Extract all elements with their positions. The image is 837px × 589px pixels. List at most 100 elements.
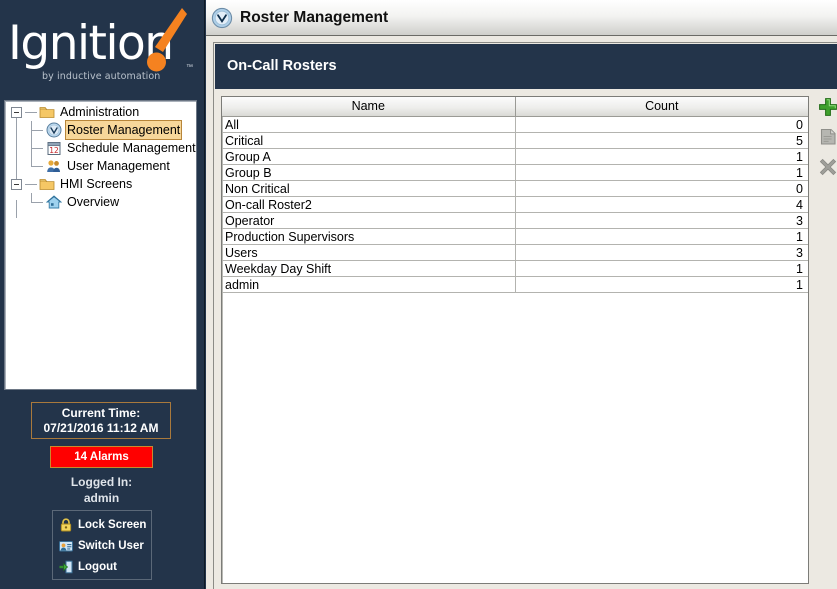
tree-item-hmi-screens[interactable]: HMI Screens xyxy=(5,175,196,193)
tree-branch xyxy=(31,121,45,139)
add-roster-button[interactable] xyxy=(817,96,837,118)
table-row[interactable]: Users 3 xyxy=(222,245,808,261)
cell-name: Non Critical xyxy=(222,181,515,197)
cell-count: 1 xyxy=(515,229,808,245)
content-area: On-Call Rosters Name Count xyxy=(213,42,837,589)
section-title: On-Call Rosters xyxy=(227,58,337,74)
home-icon xyxy=(46,194,62,210)
table-row[interactable]: admin 1 xyxy=(222,277,808,293)
tree-branch xyxy=(31,193,45,211)
cell-count: 1 xyxy=(515,261,808,277)
current-time-box: Current Time: 07/21/2016 11:12 AM xyxy=(31,402,171,439)
logo-exclamation-icon xyxy=(146,6,188,78)
current-time-label: Current Time: xyxy=(32,406,170,421)
table-row[interactable]: Group A 1 xyxy=(222,149,808,165)
sidebar-item-roster-management[interactable]: Roster Management xyxy=(5,121,196,139)
cell-count: 1 xyxy=(515,149,808,165)
roster-table: Name Count All 0 Critical 5 xyxy=(222,97,808,293)
roster-table-container[interactable]: Name Count All 0 Critical 5 xyxy=(221,96,809,584)
navigation-tree: Administration Roster Management xyxy=(5,101,196,211)
cell-name: Weekday Day Shift xyxy=(222,261,515,277)
tree-item-label: Administration xyxy=(59,103,140,121)
tree-collapse-handle[interactable] xyxy=(11,107,22,118)
users-icon xyxy=(46,158,62,174)
window-titlebar: Roster Management xyxy=(206,0,837,36)
lock-icon xyxy=(58,517,74,533)
section-header: On-Call Rosters xyxy=(215,44,837,89)
sidebar-item-schedule-management[interactable]: 12 Schedule Management xyxy=(5,139,196,157)
sidebar-item-overview[interactable]: Overview xyxy=(5,193,196,211)
alarms-button[interactable]: 14 Alarms xyxy=(50,446,153,468)
application-window: Ignition by inductive automation ™ xyxy=(0,0,837,589)
cell-name: Group B xyxy=(222,165,515,181)
ignition-logo: Ignition by inductive automation ™ xyxy=(0,0,205,97)
navigation-tree-panel[interactable]: Administration Roster Management xyxy=(4,100,197,390)
logged-in-block: Logged In: admin xyxy=(0,474,203,506)
column-header-name[interactable]: Name xyxy=(222,97,515,117)
cell-name: admin xyxy=(222,277,515,293)
page-title: Roster Management xyxy=(240,9,388,27)
delete-roster-button[interactable] xyxy=(817,156,837,178)
table-row[interactable]: Weekday Day Shift 1 xyxy=(222,261,808,277)
auth-action-label: Logout xyxy=(78,561,117,573)
table-row[interactable]: Operator 3 xyxy=(222,213,808,229)
current-time-value: 07/21/2016 11:12 AM xyxy=(32,421,170,436)
table-row[interactable]: Group B 1 xyxy=(222,165,808,181)
tree-elbow xyxy=(25,184,37,185)
column-header-count[interactable]: Count xyxy=(515,97,808,117)
edit-roster-button[interactable] xyxy=(817,126,837,148)
logged-in-username: admin xyxy=(0,490,203,506)
folder-icon xyxy=(39,176,55,192)
tree-item-administration[interactable]: Administration xyxy=(5,103,196,121)
logout-icon xyxy=(58,559,74,575)
cell-count: 0 xyxy=(515,181,808,197)
tree-branch xyxy=(31,139,45,157)
tree-item-label: HMI Screens xyxy=(59,175,133,193)
cell-name: Production Supervisors xyxy=(222,229,515,245)
cell-name: Users xyxy=(222,245,515,261)
tree-item-label: Roster Management xyxy=(65,120,182,140)
tree-elbow xyxy=(25,112,37,113)
main-window: Roster Management On-Call Rosters Name C… xyxy=(206,0,837,589)
cell-name: Critical xyxy=(222,133,515,149)
cell-name: All xyxy=(222,117,515,133)
svg-text:12: 12 xyxy=(49,146,59,155)
cell-name: Group A xyxy=(222,149,515,165)
cell-count: 1 xyxy=(515,277,808,293)
left-sidebar: Ignition by inductive automation ™ xyxy=(0,0,205,589)
tree-item-label: Schedule Management xyxy=(66,139,197,157)
folder-icon xyxy=(39,104,55,120)
sidebar-item-user-management[interactable]: User Management xyxy=(5,157,196,175)
tree-item-label: Overview xyxy=(66,193,120,211)
cell-count: 3 xyxy=(515,213,808,229)
clock-icon xyxy=(211,7,233,29)
logout-button[interactable]: Logout xyxy=(58,556,151,577)
table-row[interactable]: On-call Roster2 4 xyxy=(222,197,808,213)
tree-item-label: User Management xyxy=(66,157,171,175)
clock-icon xyxy=(46,122,62,138)
table-row[interactable]: Non Critical 0 xyxy=(222,181,808,197)
auth-actions-panel: Lock Screen Switch User xyxy=(52,510,152,580)
table-header-row: Name Count xyxy=(222,97,808,117)
switch-user-button[interactable]: Switch User xyxy=(58,535,151,556)
logged-in-label: Logged In: xyxy=(0,474,203,490)
cell-name: Operator xyxy=(222,213,515,229)
cell-count: 4 xyxy=(515,197,808,213)
tree-branch xyxy=(31,157,45,175)
lock-screen-button[interactable]: Lock Screen xyxy=(58,514,151,535)
table-row[interactable]: Critical 5 xyxy=(222,133,808,149)
cell-count: 3 xyxy=(515,245,808,261)
tree-collapse-handle[interactable] xyxy=(11,179,22,190)
auth-action-label: Lock Screen xyxy=(78,519,146,531)
switch-user-icon xyxy=(58,538,74,554)
cell-name: On-call Roster2 xyxy=(222,197,515,213)
table-row[interactable]: All 0 xyxy=(222,117,808,133)
cell-count: 5 xyxy=(515,133,808,149)
table-row[interactable]: Production Supervisors 1 xyxy=(222,229,808,245)
calendar-icon: 12 xyxy=(46,140,62,156)
cell-count: 1 xyxy=(515,165,808,181)
cell-count: 0 xyxy=(515,117,808,133)
logo-trademark: ™ xyxy=(186,64,193,71)
auth-action-label: Switch User xyxy=(78,540,144,552)
logo-tagline: by inductive automation xyxy=(42,71,160,82)
